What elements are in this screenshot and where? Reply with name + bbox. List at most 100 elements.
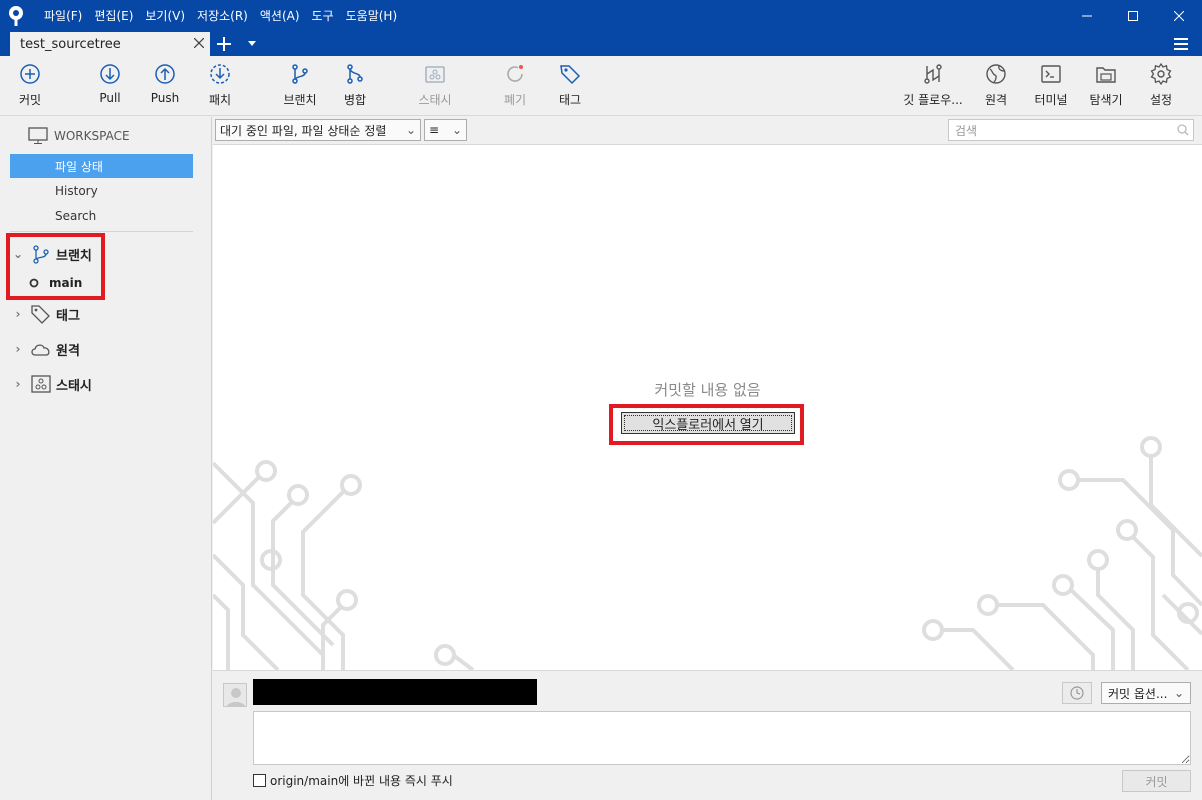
discard-icon [507,65,523,82]
menu-repository[interactable]: 저장소(R) [191,0,254,32]
tag-icon [560,65,581,85]
filter-bar: 대기 중인 파일, 파일 상태순 정렬 ⌄ ≡ ⌄ 검색 [213,117,1202,145]
settings-button[interactable]: 설정 [1133,62,1189,112]
circuit-background-decoration [213,436,1202,670]
merge-icon [347,64,363,84]
menu-view[interactable]: 보기(V) [139,0,191,32]
open-in-explorer-button[interactable]: 익스플로러에서 열기 [621,412,795,434]
commit-button[interactable]: 커밋 [2,62,58,112]
pull-label: Pull [99,91,121,105]
push-button[interactable]: Push [137,62,193,112]
terminal-button[interactable]: 터미널 [1023,62,1079,112]
commit-message-input[interactable] [253,711,1191,765]
view-mode-dropdown[interactable]: ≡ ⌄ [424,119,467,141]
patch-button[interactable]: 패치 [192,62,248,112]
cloud-icon [31,344,50,356]
terminal-icon [1041,65,1061,83]
close-tab-icon[interactable] [193,37,205,52]
tags-label: 태그 [56,308,80,324]
repo-tab[interactable]: test_sourcetree [10,32,210,56]
commit-submit-button[interactable]: 커밋 [1122,770,1191,792]
tag-icon [31,305,50,324]
monitor-icon [28,127,48,144]
git-flow-label: 깃 플로우... [903,93,963,107]
explorer-button[interactable]: 탐색기 [1078,62,1134,112]
search-input[interactable]: 검색 [948,119,1194,141]
highlight-box-branches [6,233,105,300]
chevron-right-icon[interactable]: › [10,307,26,321]
branch-label: 브랜치 [283,93,317,107]
chevron-down-icon: ⌄ [405,123,416,137]
user-avatar [223,683,247,707]
push-immediately-option[interactable]: origin/main에 바뀐 내용 즉시 푸시 [253,772,453,789]
sort-dropdown[interactable]: 대기 중인 파일, 파일 상태순 정렬 ⌄ [215,119,421,141]
stash-button[interactable]: 스태시 [407,62,463,112]
sort-dropdown-value: 대기 중인 파일, 파일 상태순 정렬 [220,123,387,138]
commit-label: 커밋 [18,93,42,107]
git-flow-icon [924,64,942,84]
remote-button[interactable]: 원격 [968,62,1024,112]
minimize-button[interactable] [1064,0,1110,32]
merge-button[interactable]: 병합 [327,62,383,112]
remote-label: 원격 [984,93,1008,107]
branch-button[interactable]: 브랜치 [272,62,328,112]
globe-icon [986,64,1006,84]
sidebar-item-search[interactable]: Search [10,204,193,228]
stash-label: 스태시 [418,93,452,107]
hamburger-menu-icon[interactable] [1172,34,1190,54]
search-placeholder: 검색 [955,123,978,138]
clock-icon [1070,686,1084,700]
pull-icon [100,64,120,84]
menu-file[interactable]: 파일(F) [38,0,88,32]
chevron-down-icon: ⌄ [451,123,462,137]
menu-actions[interactable]: 액션(A) [254,0,306,32]
explorer-label: 탐색기 [1089,93,1123,107]
sourcetree-logo-icon [0,0,32,32]
menu-edit[interactable]: 편집(E) [88,0,139,32]
tag-button[interactable]: 태그 [542,62,598,112]
workspace-label: WORKSPACE [54,129,130,143]
merge-label: 병합 [343,93,367,107]
redacted-author-info [253,679,537,705]
sidebar-item-file-status[interactable]: 파일 상태 [10,154,193,178]
stash-icon [425,66,445,83]
commit-history-button[interactable] [1062,682,1092,704]
commit-options-dropdown[interactable]: 커밋 옵션... ⌄ [1101,682,1191,704]
sidebar-group-tags[interactable]: › 태그 [10,302,80,326]
menu-bar: 파일(F) 편집(E) 보기(V) 저장소(R) 액션(A) 도구 도움말(H) [38,0,403,32]
branch-icon [292,64,308,84]
chevron-right-icon[interactable]: › [10,342,26,356]
repo-tab-title: test_sourcetree [20,36,121,52]
chevron-down-icon: ⌄ [1173,686,1184,700]
title-bar: 파일(F) 편집(E) 보기(V) 저장소(R) 액션(A) 도구 도움말(H) [0,0,1202,32]
search-icon [1177,124,1189,136]
main-panel: 대기 중인 파일, 파일 상태순 정렬 ⌄ ≡ ⌄ 검색 커밋할 내용 없음 익… [213,117,1202,800]
terminal-label: 터미널 [1034,93,1068,107]
gear-icon [1150,62,1172,86]
list-view-icon: ≡ [429,123,440,137]
git-flow-button[interactable]: 깃 플로우... [900,62,966,112]
workspace-header: WORKSPACE [28,127,130,145]
new-tab-button[interactable] [210,32,238,56]
commit-area: 커밋 옵션... ⌄ origin/main에 바뀐 내용 즉시 푸시 커밋 [213,670,1202,800]
pull-button[interactable]: Pull [82,62,138,112]
maximize-button[interactable] [1110,0,1156,32]
sidebar-group-remotes[interactable]: › 원격 [10,337,80,361]
menu-tools[interactable]: 도구 [306,0,340,32]
chevron-right-icon[interactable]: › [10,377,26,391]
push-immediately-checkbox[interactable] [253,774,266,787]
tab-list-dropdown[interactable] [238,32,266,56]
menu-help[interactable]: 도움말(H) [340,0,404,32]
sidebar-item-history[interactable]: History [10,179,193,203]
tab-bar: test_sourcetree [0,32,1202,56]
discard-label: 폐기 [503,93,527,107]
empty-state-message: 커밋할 내용 없음 [654,381,761,399]
commit-icon [20,64,40,84]
close-button[interactable] [1156,0,1202,32]
commit-options-label: 커밋 옵션... [1108,686,1168,701]
sidebar-group-stashes[interactable]: › 스태시 [10,372,92,396]
discard-button[interactable]: 폐기 [487,62,543,112]
push-label: Push [150,91,180,105]
push-icon [155,64,175,84]
settings-label: 설정 [1149,93,1173,107]
